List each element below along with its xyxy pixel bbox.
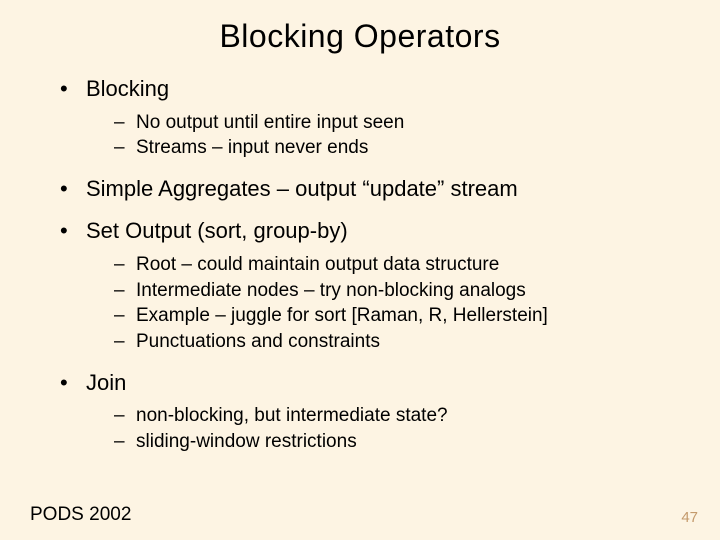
- sub-item: No output until entire input seen: [114, 110, 680, 136]
- bullet-text: Blocking: [86, 76, 169, 101]
- sub-item: non-blocking, but intermediate state?: [114, 403, 680, 429]
- slide-title: Blocking Operators: [40, 18, 680, 55]
- sub-item: Root – could maintain output data struct…: [114, 252, 680, 278]
- slide: Blocking Operators Blocking No output un…: [0, 0, 720, 540]
- bullet-blocking: Blocking No output until entire input se…: [60, 75, 680, 161]
- bullet-text: Simple Aggregates – output “update” stre…: [86, 176, 518, 201]
- bullet-join: Join non-blocking, but intermediate stat…: [60, 369, 680, 455]
- footer-conference: PODS 2002: [30, 504, 131, 526]
- bullet-text: Join: [86, 370, 126, 395]
- sub-item: Streams – input never ends: [114, 135, 680, 161]
- sub-list: No output until entire input seen Stream…: [86, 110, 680, 161]
- sub-item: Punctuations and constraints: [114, 329, 680, 355]
- spacer: [60, 207, 680, 217]
- bullet-aggregates: Simple Aggregates – output “update” stre…: [60, 175, 680, 204]
- sub-list: Root – could maintain output data struct…: [86, 252, 680, 355]
- bullet-list: Blocking No output until entire input se…: [40, 75, 680, 455]
- sub-list: non-blocking, but intermediate state? sl…: [86, 403, 680, 454]
- bullet-set-output: Set Output (sort, group-by) Root – could…: [60, 217, 680, 354]
- bullet-text: Set Output (sort, group-by): [86, 218, 348, 243]
- sub-item: Intermediate nodes – try non-blocking an…: [114, 278, 680, 304]
- slide-number: 47: [681, 509, 698, 526]
- sub-item: Example – juggle for sort [Raman, R, Hel…: [114, 303, 680, 329]
- sub-item: sliding-window restrictions: [114, 429, 680, 455]
